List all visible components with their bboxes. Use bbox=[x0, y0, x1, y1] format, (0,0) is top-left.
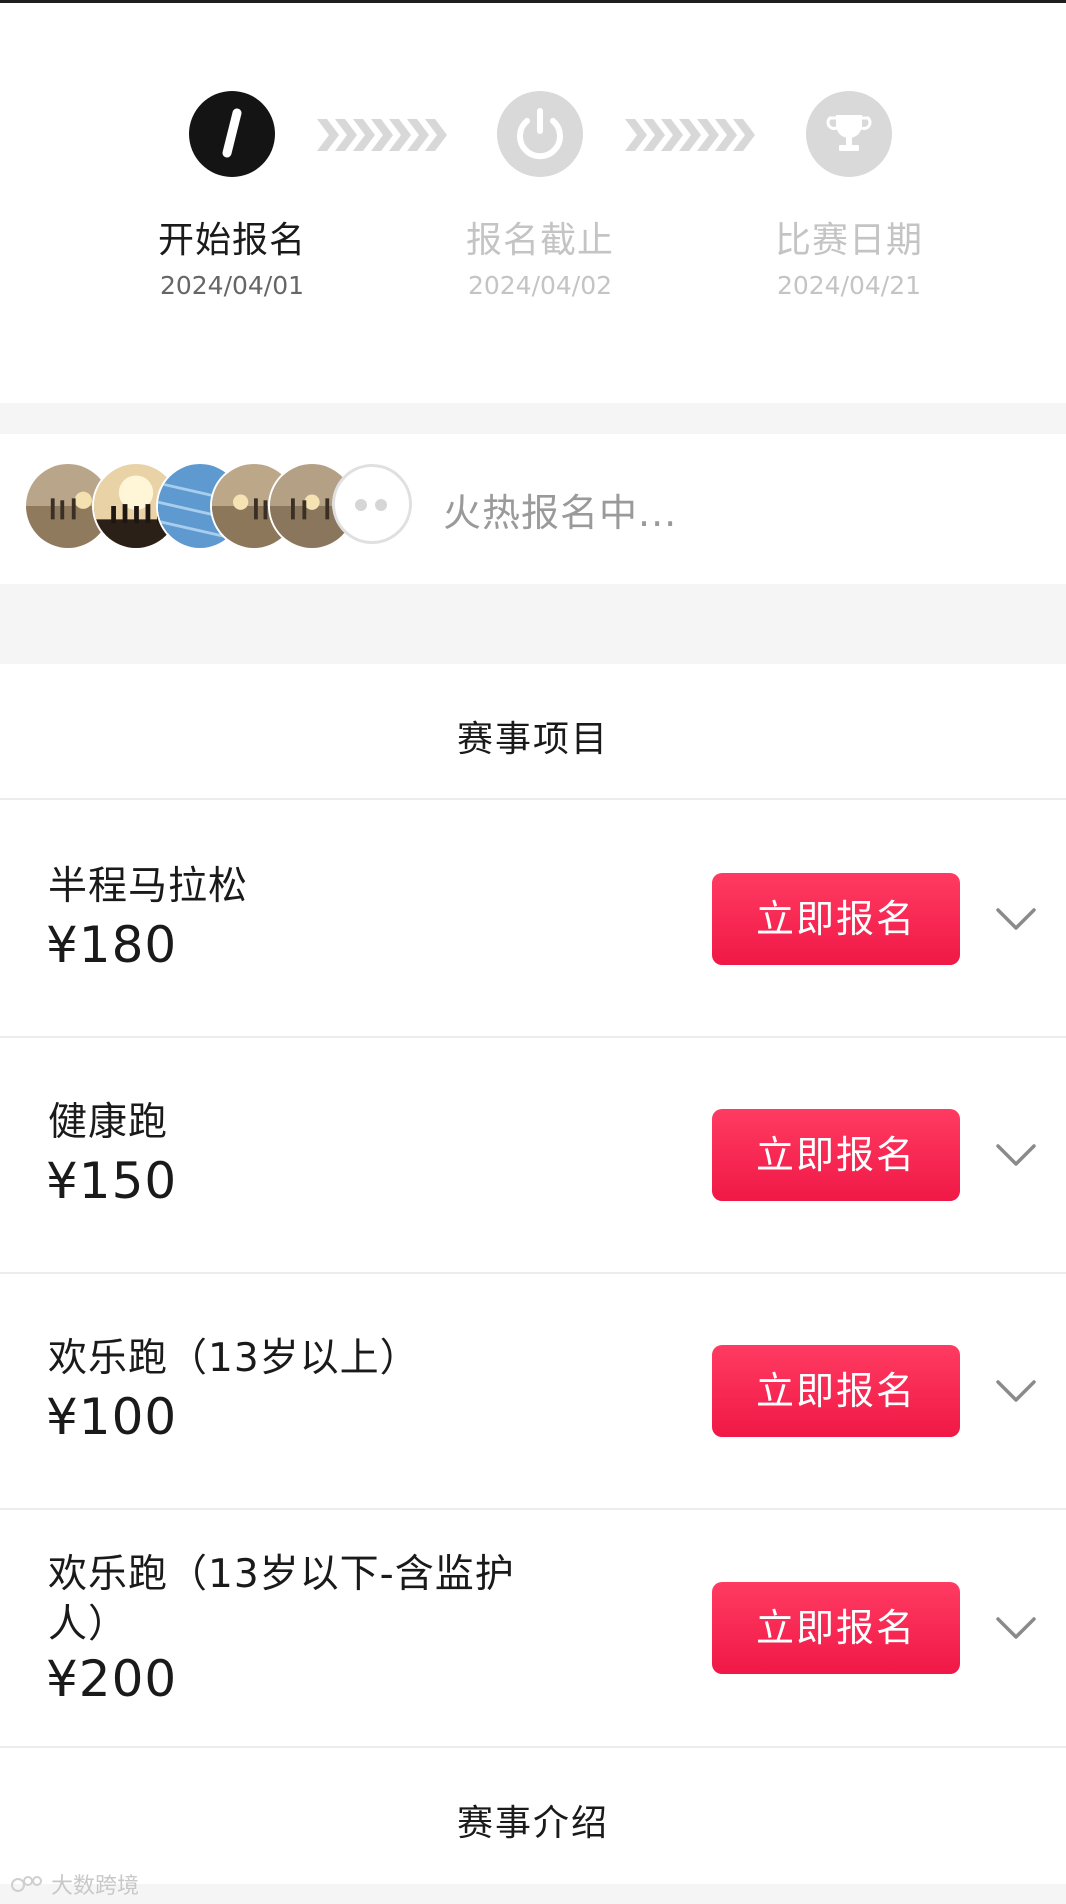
event-name: 半程马拉松 bbox=[48, 864, 249, 909]
chevron-down-icon[interactable] bbox=[995, 1615, 1037, 1641]
more-participants-icon[interactable] bbox=[332, 464, 412, 544]
progress-chevrons-icon bbox=[623, 115, 768, 155]
bottom-band bbox=[0, 1884, 1066, 1904]
step-label: 报名截止 bbox=[465, 220, 614, 261]
watermark-logo-icon bbox=[10, 1873, 44, 1895]
step-label: 开始报名 bbox=[157, 220, 306, 261]
event-item-half-marathon: 半程马拉松 ¥180 立即报名 bbox=[0, 800, 1066, 1036]
event-price: ¥150 bbox=[46, 1152, 178, 1210]
event-item-health-run: 健康跑 ¥150 立即报名 bbox=[0, 1038, 1066, 1272]
section-gap bbox=[0, 403, 1066, 434]
step-date: 2024/04/21 bbox=[776, 271, 922, 300]
step-date: 2024/04/01 bbox=[159, 271, 305, 300]
chevron-down-icon[interactable] bbox=[995, 1142, 1037, 1168]
event-name: 健康跑 bbox=[48, 1100, 169, 1145]
section-gap bbox=[0, 584, 1066, 664]
signup-button[interactable]: 立即报名 bbox=[712, 1109, 960, 1201]
event-item-fun-run-under-13: 欢乐跑（13岁以下-含监护人） ¥200 立即报名 bbox=[0, 1510, 1066, 1746]
event-price: ¥200 bbox=[46, 1650, 178, 1708]
chevron-down-icon[interactable] bbox=[995, 906, 1037, 932]
signup-button[interactable]: 立即报名 bbox=[712, 1345, 960, 1437]
signup-button[interactable]: 立即报名 bbox=[712, 1582, 960, 1674]
registration-status-text: 火热报名中... bbox=[443, 491, 678, 535]
chevron-down-icon[interactable] bbox=[995, 1378, 1037, 1404]
power-icon bbox=[497, 91, 583, 177]
event-item-fun-run-over-13: 欢乐跑（13岁以上） ¥100 立即报名 bbox=[0, 1274, 1066, 1508]
event-registration-page: 开始报名 2024/04/01 报名截止 2024/04/02 比赛日期 202… bbox=[0, 0, 1066, 1904]
events-section-title: 赛事项目 bbox=[456, 719, 609, 760]
participants-row[interactable]: 火热报名中... bbox=[0, 434, 1066, 584]
event-price: ¥180 bbox=[46, 916, 178, 974]
step-label: 比赛日期 bbox=[774, 220, 923, 261]
watermark: 大数跨境 bbox=[10, 1868, 139, 1900]
signup-button[interactable]: 立即报名 bbox=[712, 873, 960, 965]
intro-section-title[interactable]: 赛事介绍 bbox=[0, 1794, 1066, 1846]
watermark-text: 大数跨境 bbox=[51, 1874, 140, 1899]
event-name: 欢乐跑（13岁以下-含监护人） bbox=[48, 1552, 515, 1647]
progress-chevrons-icon bbox=[315, 115, 460, 155]
event-name: 欢乐跑（13岁以上） bbox=[48, 1336, 420, 1381]
event-price: ¥100 bbox=[46, 1388, 178, 1446]
registration-timeline: 开始报名 2024/04/01 报名截止 2024/04/02 比赛日期 202… bbox=[0, 3, 1066, 403]
step-date: 2024/04/02 bbox=[467, 271, 613, 300]
divider bbox=[0, 1746, 1066, 1748]
trophy-icon bbox=[806, 91, 892, 177]
pen-icon bbox=[189, 91, 275, 177]
